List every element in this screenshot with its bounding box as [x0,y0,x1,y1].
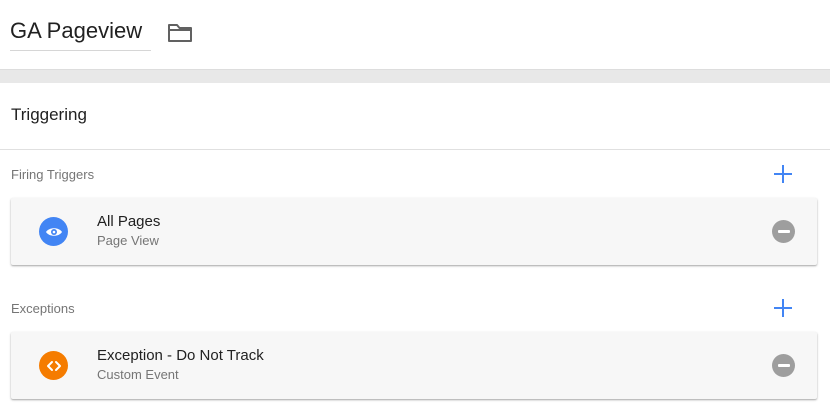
trigger-type: Page View [97,233,159,248]
firing-trigger-card[interactable]: All Pages Page View [11,198,817,265]
code-brackets-icon [39,351,68,380]
eye-icon [39,217,68,246]
tag-title: GA Pageview [10,18,143,43]
exceptions-label: Exceptions [11,301,75,316]
exception-name: Exception - Do Not Track [97,347,264,364]
tag-name-field[interactable]: GA Pageview [10,16,151,51]
triggering-title: Triggering [11,105,87,124]
section-divider [0,69,830,83]
panel-divider [0,149,830,150]
minus-circle-icon [777,230,790,233]
add-exception-button[interactable] [772,297,794,319]
add-firing-trigger-button[interactable] [772,163,794,185]
remove-firing-trigger-button[interactable] [772,220,795,243]
firing-triggers-label: Firing Triggers [11,167,95,182]
minus-circle-icon [777,364,790,367]
remove-exception-button[interactable] [772,354,795,377]
plus-icon [774,165,792,183]
folder-icon[interactable] [166,20,194,44]
trigger-name: All Pages [97,213,161,230]
plus-icon [774,299,792,317]
exception-trigger-card[interactable]: Exception - Do Not Track Custom Event [11,332,817,399]
exception-type: Custom Event [97,367,179,382]
triggering-panel: Triggering Firing Triggers All Pages Pag… [0,83,830,418]
tag-header: GA Pageview [0,0,830,69]
